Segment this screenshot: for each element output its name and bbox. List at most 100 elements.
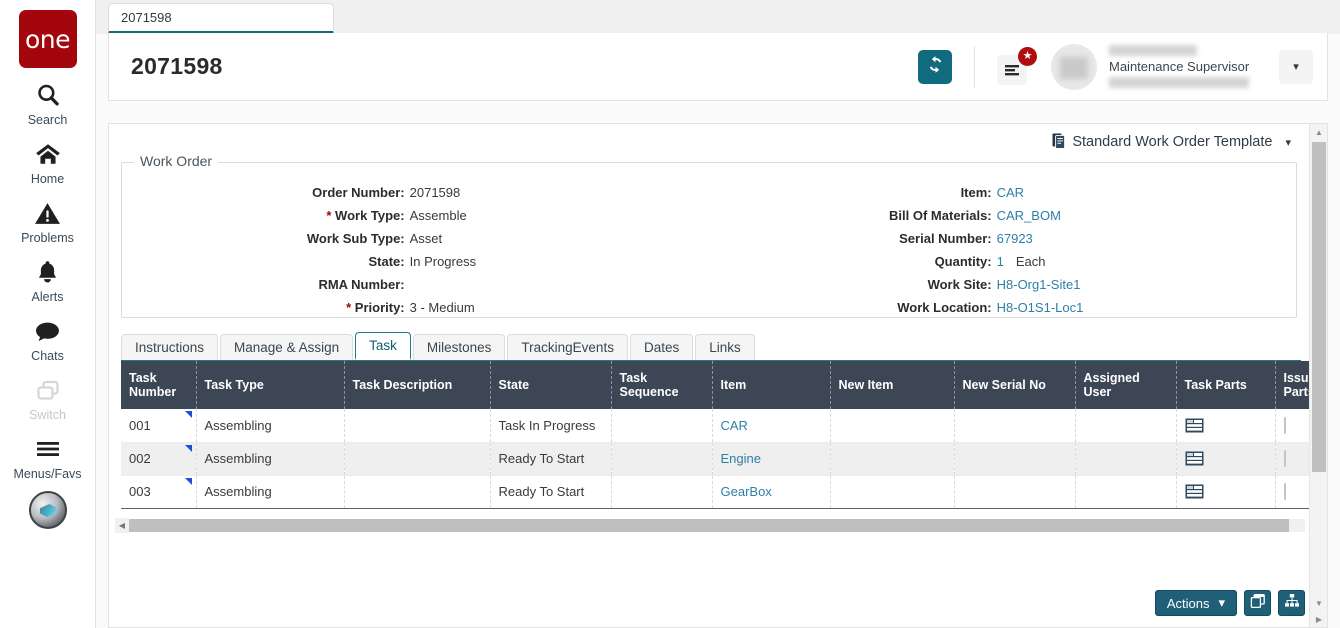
column-header-item[interactable]: Item bbox=[712, 361, 831, 409]
tab-label: Manage & Assign bbox=[234, 340, 340, 355]
grid-horizontal-scrollbar[interactable]: ◀ bbox=[115, 517, 1305, 533]
hierarchy-button[interactable] bbox=[1278, 590, 1305, 616]
actions-button-label: Actions bbox=[1166, 595, 1210, 611]
field-label: Work Sub Type: bbox=[306, 231, 405, 246]
issue-parts-checkbox[interactable] bbox=[1283, 450, 1286, 467]
field-value[interactable]: CAR bbox=[997, 185, 1024, 200]
work-order-fields: Order Number: 2071598 * Work Type: Assemble… bbox=[122, 163, 1296, 323]
field-value[interactable]: H8-O1S1-Loc1 bbox=[997, 300, 1084, 315]
tab-task[interactable]: Task bbox=[355, 332, 411, 360]
chevron-down-icon: ▾ bbox=[1293, 61, 1299, 73]
cell-item[interactable]: Engine bbox=[712, 442, 831, 476]
cell-issue-parts[interactable] bbox=[1275, 409, 1309, 443]
column-header-task-parts[interactable]: Task Parts bbox=[1176, 361, 1276, 409]
tab-trackingevents[interactable]: TrackingEvents bbox=[507, 334, 628, 360]
field-value[interactable]: 1 Each bbox=[997, 254, 1046, 269]
switch-windows-icon bbox=[35, 375, 61, 405]
item-link[interactable]: CAR bbox=[721, 418, 748, 433]
row-indicator-flag-icon bbox=[184, 444, 192, 452]
field-row: Work Location: H8-O1S1-Loc1 bbox=[709, 300, 1296, 323]
tab-manage-assign[interactable]: Manage & Assign bbox=[220, 334, 354, 360]
hscroll-thumb[interactable] bbox=[129, 518, 1289, 532]
column-header-task-number[interactable]: Task Number bbox=[121, 361, 197, 409]
stacked-window-button[interactable] bbox=[1244, 590, 1271, 616]
column-header-issue-parts[interactable]: Issue Parts bbox=[1275, 361, 1309, 409]
sidebar-item-label: Home bbox=[30, 172, 65, 186]
cell-task-parts[interactable] bbox=[1176, 409, 1276, 443]
scroll-left-arrow-icon[interactable]: ◀ bbox=[115, 517, 129, 533]
hscroll-track[interactable] bbox=[129, 518, 1305, 532]
sidebar-item-alerts[interactable]: Alerts bbox=[0, 257, 96, 304]
work-order-right-column: Item: CAR Bill Of Materials: CAR_BOM Serial … bbox=[709, 185, 1296, 323]
header-controls: ★ Maintenance Supervisor ▾ bbox=[918, 33, 1313, 100]
item-link[interactable]: GearBox bbox=[721, 484, 772, 499]
required-asterisk: * bbox=[326, 208, 336, 223]
task-parts-icon[interactable] bbox=[1185, 451, 1267, 466]
cell-issue-parts[interactable] bbox=[1275, 475, 1309, 509]
column-header-state[interactable]: State bbox=[490, 361, 612, 409]
scroll-up-arrow-icon[interactable]: ▲ bbox=[1310, 124, 1328, 140]
issue-parts-checkbox[interactable] bbox=[1283, 416, 1286, 434]
sidebar-item-problems[interactable]: Problems bbox=[0, 198, 96, 245]
table-row[interactable]: 003 Assembling Ready To Start GearBox bbox=[121, 475, 1309, 509]
table-row[interactable]: 001 Assembling Task In Progress CAR bbox=[121, 409, 1309, 443]
tab-label: Links bbox=[709, 340, 741, 355]
scroll-down-arrow-icon[interactable]: ▼ bbox=[1310, 595, 1328, 611]
brand-logo[interactable]: one bbox=[18, 10, 77, 68]
sidebar-item-search[interactable]: Search bbox=[0, 80, 96, 127]
sidebar-item-home[interactable]: Home bbox=[0, 139, 96, 186]
required-asterisk: * bbox=[346, 300, 355, 315]
cell-new-serial-no bbox=[954, 409, 1076, 443]
user-org-redacted bbox=[1109, 77, 1249, 88]
task-parts-icon[interactable] bbox=[1185, 418, 1267, 433]
user-menu-caret[interactable]: ▾ bbox=[1279, 49, 1313, 84]
column-header-assigned-user[interactable]: Assigned User bbox=[1075, 361, 1177, 409]
tab-milestones[interactable]: Milestones bbox=[412, 334, 506, 360]
column-header-task-sequence[interactable]: Task Sequence bbox=[611, 361, 713, 409]
cell-issue-parts[interactable] bbox=[1275, 442, 1309, 476]
field-value[interactable]: 67923 bbox=[997, 231, 1033, 246]
table-row[interactable]: 002 Assembling Ready To Start Engine bbox=[121, 442, 1309, 476]
issue-parts-checkbox[interactable] bbox=[1283, 483, 1286, 500]
favorites-menu-button[interactable]: ★ bbox=[997, 46, 1037, 85]
template-label: Standard Work Order Template bbox=[1072, 134, 1273, 150]
content-vertical-scrollbar[interactable]: ▲ ▼ ▶ bbox=[1309, 124, 1327, 627]
tab-instructions[interactable]: Instructions bbox=[121, 334, 219, 360]
column-header-task-description[interactable]: Task Description bbox=[344, 361, 491, 409]
field-label: Work Site: bbox=[927, 277, 992, 292]
column-header-new-serial-no[interactable]: New Serial No bbox=[954, 361, 1076, 409]
column-header-new-item[interactable]: New Item bbox=[830, 361, 955, 409]
refresh-button[interactable] bbox=[918, 49, 952, 84]
item-link[interactable]: Engine bbox=[721, 451, 761, 466]
document-copy-icon bbox=[1052, 132, 1067, 153]
user-role-label: Maintenance Supervisor bbox=[1109, 59, 1250, 74]
sidebar-item-label: Menus/Favs bbox=[13, 467, 82, 481]
field-value[interactable]: H8-Org1-Site1 bbox=[997, 277, 1081, 292]
tab-links[interactable]: Links bbox=[695, 334, 755, 360]
field-value[interactable]: CAR_BOM bbox=[997, 208, 1061, 223]
field-value: Assemble bbox=[409, 208, 467, 223]
work-order-template-selector[interactable]: Standard Work Order Template ▾ bbox=[1052, 132, 1291, 153]
avatar[interactable] bbox=[1051, 43, 1097, 90]
task-parts-icon[interactable] bbox=[1185, 484, 1267, 499]
actions-button[interactable]: Actions ▾ bbox=[1154, 590, 1237, 616]
header-divider bbox=[974, 45, 975, 88]
cell-new-serial-no bbox=[954, 475, 1076, 509]
cell-item[interactable]: GearBox bbox=[712, 475, 831, 509]
browser-tab-label: 2071598 bbox=[121, 10, 172, 25]
browser-tab[interactable]: 2071598 bbox=[108, 3, 334, 34]
cell-task-parts[interactable] bbox=[1176, 442, 1276, 476]
cell-task-number: 002 bbox=[121, 442, 197, 476]
cell-task-parts[interactable] bbox=[1176, 475, 1276, 509]
chevron-down-icon: ▾ bbox=[1218, 595, 1225, 610]
sidebar-item-chats[interactable]: Chats bbox=[0, 316, 96, 363]
sidebar-item-switch[interactable]: Switch bbox=[0, 375, 96, 422]
tab-dates[interactable]: Dates bbox=[629, 334, 694, 360]
vscroll-thumb[interactable] bbox=[1312, 142, 1326, 472]
field-row: Work Site: H8-Org1-Site1 bbox=[709, 277, 1296, 300]
sidebar-item-menus-favs[interactable]: Menus/Favs bbox=[0, 434, 96, 481]
user-avatar-orb[interactable] bbox=[28, 491, 67, 529]
column-header-task-type[interactable]: Task Type bbox=[196, 361, 345, 409]
cell-item[interactable]: CAR bbox=[712, 409, 831, 443]
scroll-right-arrow-icon[interactable]: ▶ bbox=[1310, 611, 1328, 627]
